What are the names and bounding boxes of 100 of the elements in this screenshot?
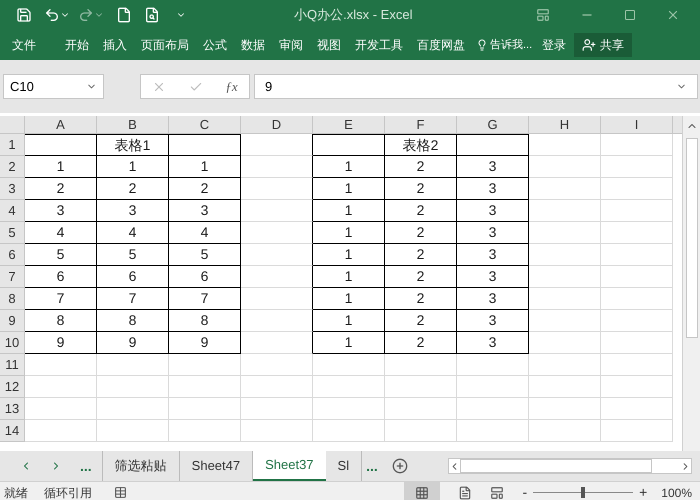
table-cell: 3 (457, 310, 529, 332)
table-cell: 5 (97, 244, 169, 266)
ribbon-tab[interactable]: 开始 (65, 36, 89, 54)
row-header[interactable]: 11 (0, 354, 25, 376)
undo-icon[interactable] (44, 7, 60, 23)
row-header[interactable]: 4 (0, 200, 25, 222)
column-header[interactable]: H (529, 116, 601, 133)
grid-cell (529, 354, 601, 376)
column-header[interactable]: D (241, 116, 313, 133)
grid-cell (241, 200, 313, 222)
row-header[interactable]: 7 (0, 266, 25, 288)
grid-cell (601, 310, 673, 332)
row-header[interactable]: 13 (0, 398, 25, 420)
column-header[interactable]: A (25, 116, 97, 133)
ribbon-tab[interactable]: 开发工具 (355, 36, 403, 54)
more-sheets-button[interactable]: ... (80, 456, 92, 476)
grid-cell (169, 420, 241, 442)
table-cell: 1 (313, 266, 385, 288)
maximize-icon[interactable] (624, 9, 636, 21)
grid-cell (313, 420, 385, 442)
ribbon-tab[interactable]: 公式 (203, 36, 227, 54)
grid-cell (457, 354, 529, 376)
grid-cell (601, 156, 673, 178)
sheet-tab[interactable]: Sheet37 (253, 451, 326, 481)
table-cell: 8 (169, 310, 241, 332)
grid-cell (529, 244, 601, 266)
grid-cell (601, 244, 673, 266)
sign-in-link[interactable]: 登录 (542, 36, 566, 54)
zoom-level[interactable]: 100% (661, 484, 692, 500)
column-header[interactable]: I (601, 116, 673, 133)
table-cell: 8 (97, 310, 169, 332)
zoom-slider[interactable] (533, 486, 634, 498)
row-header[interactable]: 12 (0, 376, 25, 398)
table-cell: 1 (313, 310, 385, 332)
ribbon-tab[interactable]: 审阅 (279, 36, 303, 54)
column-header[interactable]: E (313, 116, 385, 133)
table-cell: 5 (25, 244, 97, 266)
add-sheet-icon[interactable] (392, 458, 408, 474)
grid-cell (457, 420, 529, 442)
row-header[interactable]: 5 (0, 222, 25, 244)
page-layout-icon[interactable] (458, 486, 472, 500)
row-header[interactable]: 10 (0, 332, 25, 354)
table-cell: 4 (25, 222, 97, 244)
page-break-icon[interactable] (490, 486, 504, 500)
table-cell: 表格2 (385, 134, 457, 156)
table-cell: 2 (385, 244, 457, 266)
formula-field[interactable]: 9 (254, 74, 698, 99)
horizontal-scrollbar-thumb[interactable] (460, 459, 652, 473)
grid-cell (529, 310, 601, 332)
new-file-icon[interactable] (116, 7, 132, 23)
ribbon-tab[interactable]: 视图 (317, 36, 341, 54)
row-header[interactable]: 14 (0, 420, 25, 442)
table-cell: 6 (97, 266, 169, 288)
column-header[interactable]: F (385, 116, 457, 133)
ribbon-tab[interactable]: 数据 (241, 36, 265, 54)
ribbon-tab[interactable]: 插入 (103, 36, 127, 54)
row-header[interactable]: 1 (0, 134, 25, 156)
more-sheets-button[interactable]: ... (366, 451, 378, 481)
ribbon-tab[interactable]: 百度网盘 (417, 36, 465, 54)
grid-cell (385, 354, 457, 376)
ribbon-tab[interactable]: 文件 (12, 36, 36, 54)
table-cell: 3 (457, 332, 529, 354)
column-header[interactable]: B (97, 116, 169, 133)
zoom-slider-thumb[interactable] (581, 487, 586, 498)
row-header[interactable]: 2 (0, 156, 25, 178)
scrollbar-thumb[interactable] (686, 138, 698, 338)
name-box[interactable]: C10 (3, 74, 104, 99)
table-cell: 3 (457, 178, 529, 200)
table-cell: 1 (313, 332, 385, 354)
ribbon-tab[interactable]: 页面布局 (141, 36, 189, 54)
row-header[interactable]: 6 (0, 244, 25, 266)
ribbon-display-icon[interactable] (536, 8, 550, 22)
save-icon[interactable] (16, 7, 32, 23)
grid-cell (169, 398, 241, 420)
grid-cell (97, 376, 169, 398)
normal-view-icon[interactable] (415, 486, 430, 500)
lightbulb-icon (476, 39, 488, 51)
table-cell: 7 (169, 288, 241, 310)
table-cell: 2 (25, 178, 97, 200)
zoom-out-button[interactable]: - (522, 482, 528, 500)
grid-cell (241, 398, 313, 420)
insert-function-button[interactable]: ƒx (225, 76, 238, 96)
grid-cell (529, 288, 601, 310)
grid-cell (25, 354, 97, 376)
tell-me-field[interactable]: 告诉我... (490, 36, 532, 54)
grid-cell (169, 354, 241, 376)
row-header[interactable]: 3 (0, 178, 25, 200)
status-text: 循环引用 (44, 484, 92, 500)
column-header[interactable]: C (169, 116, 241, 133)
table-cell: 8 (25, 310, 97, 332)
row-header[interactable]: 9 (0, 310, 25, 332)
table-cell: 3 (457, 200, 529, 222)
share-button[interactable]: 共享 (574, 33, 632, 57)
print-preview-icon[interactable] (144, 7, 160, 23)
column-header[interactable]: G (457, 116, 529, 133)
zoom-in-button[interactable]: + (639, 482, 648, 500)
grid-cell (241, 354, 313, 376)
table-cell: 2 (385, 266, 457, 288)
row-header[interactable]: 8 (0, 288, 25, 310)
close-icon[interactable] (666, 8, 680, 22)
